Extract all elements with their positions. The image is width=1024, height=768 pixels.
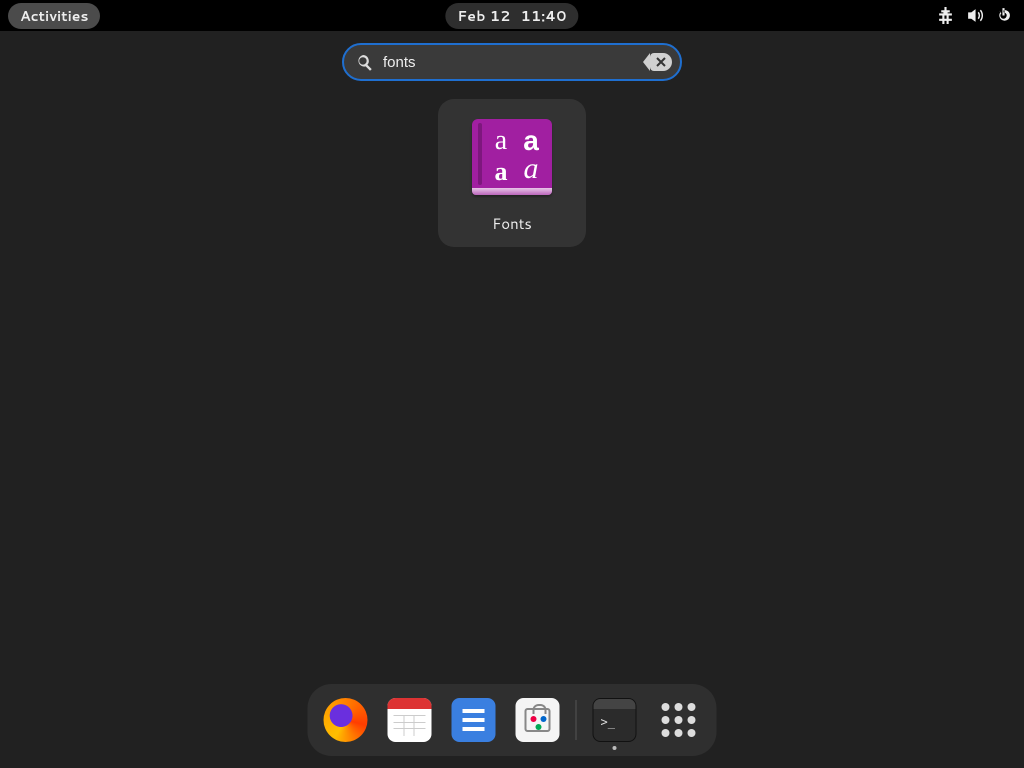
volume-icon — [966, 7, 983, 24]
appgrid-icon — [662, 703, 696, 737]
activities-button[interactable]: Activities — [8, 3, 100, 29]
search-icon — [356, 54, 373, 71]
fonts-app-icon: aa aa — [472, 119, 552, 199]
running-indicator — [613, 746, 617, 750]
datetime-button[interactable]: Feb 12 11:40 — [445, 3, 578, 29]
dock-app-todo[interactable] — [452, 698, 496, 742]
system-status-area[interactable] — [937, 7, 1016, 24]
dock-app-calendar[interactable] — [388, 698, 432, 742]
top-bar: Activities Feb 12 11:40 — [0, 0, 1024, 31]
dock-show-apps[interactable] — [657, 698, 701, 742]
dock-app-software[interactable] — [516, 698, 560, 742]
power-icon — [995, 7, 1012, 24]
search-bar[interactable] — [342, 43, 682, 81]
dock-app-firefox[interactable] — [324, 698, 368, 742]
search-input[interactable] — [383, 54, 640, 71]
shopping-bag-icon — [525, 708, 551, 732]
dock-separator — [576, 700, 577, 740]
date-label: Feb 12 — [457, 6, 510, 26]
clear-search-button[interactable] — [650, 53, 672, 71]
network-icon — [937, 7, 954, 24]
time-label: 11:40 — [521, 6, 567, 26]
dock — [308, 684, 717, 756]
close-icon — [656, 57, 666, 67]
dock-app-terminal[interactable] — [593, 698, 637, 742]
search-result-fonts[interactable]: aa aa Fonts — [438, 99, 586, 247]
search-result-label: Fonts — [492, 213, 532, 234]
